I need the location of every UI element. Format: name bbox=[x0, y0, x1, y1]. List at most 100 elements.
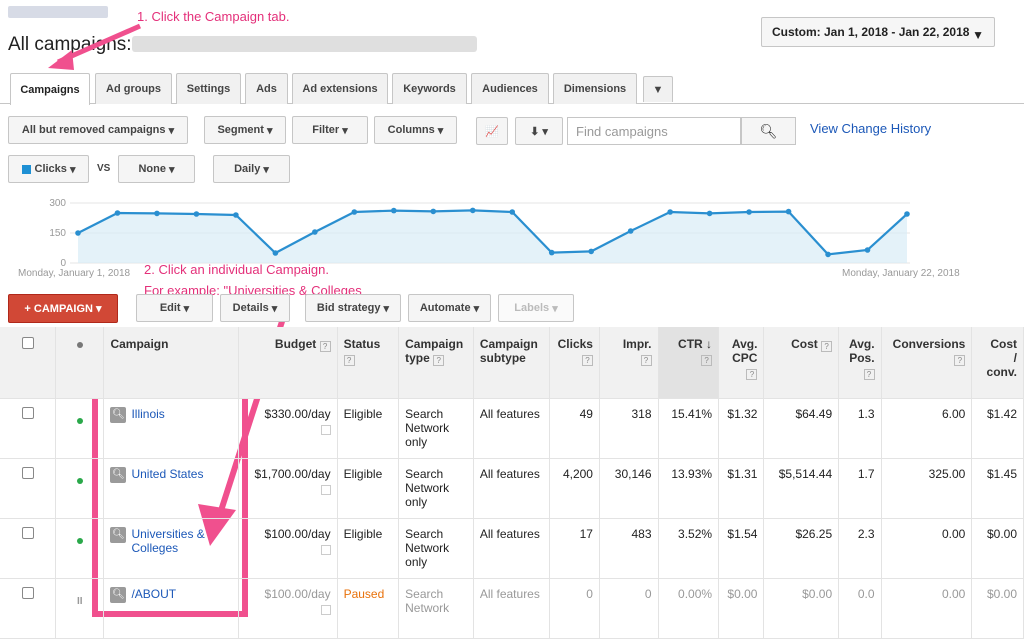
budget-cell[interactable]: $100.00/day bbox=[238, 518, 338, 579]
budget-cell[interactable]: $100.00/day bbox=[238, 578, 338, 639]
clicks-data-point[interactable] bbox=[114, 210, 121, 216]
labels-dropdown[interactable]: Labels ▾ bbox=[498, 294, 574, 322]
clicks-data-point[interactable] bbox=[312, 229, 318, 235]
edit-budget-icon[interactable] bbox=[320, 544, 331, 555]
row-status-cell[interactable] bbox=[55, 458, 105, 519]
row-checkbox[interactable] bbox=[21, 406, 34, 419]
clicks-data-point[interactable] bbox=[351, 209, 358, 215]
tab-dimensions[interactable]: Dimensions bbox=[553, 73, 637, 104]
budget-cell[interactable]: $1,700.00/day bbox=[238, 458, 338, 519]
select-all-checkbox[interactable] bbox=[21, 337, 34, 349]
budget-header[interactable]: Budget ? bbox=[238, 327, 338, 399]
annotation-step2-line1: 2. Click an individual Campaign. bbox=[144, 262, 329, 277]
columns-dropdown[interactable]: Columns ▾ bbox=[374, 116, 457, 144]
campaign-header[interactable]: Campaign bbox=[103, 327, 239, 399]
ctr-header[interactable]: CTR ↓? bbox=[658, 327, 720, 399]
granularity-dropdown[interactable]: Daily ▾ bbox=[213, 155, 290, 183]
clicks-data-point[interactable] bbox=[746, 209, 752, 215]
details-dropdown[interactable]: Details ▾ bbox=[220, 294, 290, 322]
metric2-dropdown[interactable]: None ▾ bbox=[118, 155, 195, 183]
segment-dropdown[interactable]: Segment ▾ bbox=[204, 116, 286, 144]
chart-toggle-button[interactable]: 📈 bbox=[476, 117, 508, 145]
help-icon[interactable]: ? bbox=[343, 354, 355, 366]
tab-ad-extensions[interactable]: Ad extensions bbox=[292, 73, 388, 104]
help-icon[interactable]: ? bbox=[433, 354, 445, 366]
tab-audiences[interactable]: Audiences bbox=[471, 73, 549, 104]
avg-cpc-header[interactable]: Avg. CPC? bbox=[718, 327, 765, 399]
filter-dropdown[interactable]: Filter ▾ bbox=[292, 116, 368, 144]
budget-cell[interactable]: $330.00/day bbox=[238, 398, 338, 459]
labels-label: Labels bbox=[514, 302, 550, 314]
help-icon[interactable]: ? bbox=[954, 354, 966, 366]
clicks-data-point[interactable] bbox=[509, 209, 516, 215]
status-dot-header bbox=[55, 327, 105, 399]
bid-strategy-label: Bid strategy bbox=[316, 302, 381, 314]
campaign-link[interactable]: United States bbox=[131, 467, 211, 481]
campaign-cell: 🔍︎ /ABOUT bbox=[103, 578, 239, 639]
metric1-dropdown[interactable]: Clicks ▾ bbox=[8, 155, 89, 183]
help-icon[interactable]: ? bbox=[863, 368, 875, 380]
search-button[interactable]: 🔍︎ bbox=[741, 117, 796, 145]
download-button[interactable]: ⬇ ▾ bbox=[515, 117, 563, 145]
avg-pos-header[interactable]: Avg. Pos.? bbox=[838, 327, 882, 399]
clicks-data-point[interactable] bbox=[825, 251, 831, 258]
campaign-filter-dropdown[interactable]: All but removed campaigns ▾ bbox=[8, 116, 188, 144]
clicks-data-point[interactable] bbox=[469, 207, 476, 214]
help-icon[interactable]: ? bbox=[319, 340, 331, 352]
help-icon[interactable]: ? bbox=[821, 340, 833, 352]
clicks-data-point[interactable] bbox=[588, 248, 594, 255]
clicks-cell: 4,200 bbox=[549, 458, 600, 519]
clicks-data-point[interactable] bbox=[193, 211, 200, 217]
edit-budget-icon[interactable] bbox=[320, 424, 331, 435]
automate-dropdown[interactable]: Automate ▾ bbox=[408, 294, 491, 322]
clicks-data-point[interactable] bbox=[785, 208, 792, 215]
help-icon[interactable]: ? bbox=[746, 368, 758, 380]
status-header[interactable]: Status? bbox=[337, 327, 400, 399]
clicks-data-point[interactable] bbox=[667, 209, 673, 215]
tab-campaigns[interactable]: Campaigns bbox=[10, 73, 90, 105]
conversions-header[interactable]: Conversions? bbox=[881, 327, 973, 399]
tab-ads[interactable]: Ads bbox=[245, 73, 288, 104]
help-icon[interactable]: ? bbox=[581, 354, 593, 366]
clicks-data-point[interactable] bbox=[548, 249, 555, 256]
help-icon[interactable]: ? bbox=[701, 354, 713, 366]
clicks-data-point[interactable] bbox=[864, 247, 871, 253]
edit-budget-icon[interactable] bbox=[320, 604, 331, 615]
tab-settings[interactable]: Settings bbox=[176, 73, 241, 104]
row-status-cell[interactable]: II bbox=[55, 578, 105, 639]
clicks-data-point[interactable] bbox=[627, 228, 634, 234]
campaign-link[interactable]: Illinois bbox=[131, 407, 211, 421]
search-input[interactable]: Find campaigns bbox=[567, 117, 741, 145]
campaign-type-header[interactable]: Campaign type ? bbox=[398, 327, 474, 399]
clicks-data-point[interactable] bbox=[272, 250, 279, 256]
campaign-subtype-header[interactable]: Campaign subtype bbox=[473, 327, 550, 399]
clicks-data-point[interactable] bbox=[75, 230, 81, 236]
clicks-data-point[interactable] bbox=[391, 207, 397, 214]
row-status-cell[interactable] bbox=[55, 398, 105, 459]
edit-dropdown[interactable]: Edit ▾ bbox=[136, 294, 213, 322]
tab-ad-groups[interactable]: Ad groups bbox=[95, 73, 172, 104]
clicks-data-point[interactable] bbox=[154, 210, 160, 217]
clicks-data-point[interactable] bbox=[706, 210, 713, 217]
bid-strategy-dropdown[interactable]: Bid strategy ▾ bbox=[305, 294, 401, 322]
clicks-data-point[interactable] bbox=[904, 211, 910, 217]
clicks-header[interactable]: Clicks? bbox=[549, 327, 600, 399]
row-checkbox[interactable] bbox=[21, 526, 34, 539]
impr-header[interactable]: Impr.? bbox=[599, 327, 659, 399]
campaign-link[interactable]: /ABOUT bbox=[131, 587, 211, 601]
edit-budget-icon[interactable] bbox=[320, 484, 331, 495]
tab-keywords[interactable]: Keywords bbox=[392, 73, 467, 104]
help-icon[interactable]: ? bbox=[640, 354, 652, 366]
row-status-cell[interactable] bbox=[55, 518, 105, 579]
clicks-data-point[interactable] bbox=[430, 208, 437, 215]
type-cell: Search Network only bbox=[398, 458, 474, 519]
view-change-history-link[interactable]: View Change History bbox=[810, 121, 931, 136]
cost-header[interactable]: Cost ? bbox=[763, 327, 840, 399]
campaign-link[interactable]: Universities & Colleges bbox=[131, 527, 211, 555]
row-checkbox[interactable] bbox=[21, 586, 34, 599]
cost-per-conv-header[interactable]: Cost / conv. bbox=[971, 327, 1024, 399]
clicks-data-point[interactable] bbox=[233, 212, 239, 218]
row-checkbox[interactable] bbox=[21, 466, 34, 479]
more-tabs-button[interactable]: ▼ bbox=[643, 76, 673, 102]
add-campaign-button[interactable]: + CAMPAIGN ▾ bbox=[8, 294, 118, 323]
